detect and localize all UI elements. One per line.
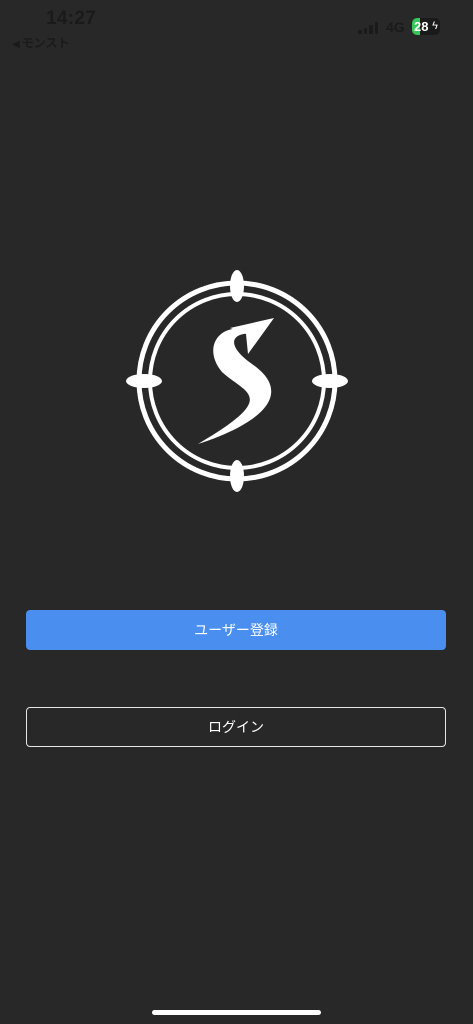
- cellular-signal-icon: [358, 21, 380, 34]
- back-arrow-icon: ◀: [12, 39, 20, 50]
- charging-bolt-icon: ϟ: [432, 20, 438, 32]
- back-app-label: モンスト: [21, 36, 70, 50]
- battery-icon: 28 ϟ: [412, 18, 440, 35]
- back-to-app-link[interactable]: ◀ モンスト: [12, 34, 69, 51]
- battery-level: 28: [414, 19, 429, 34]
- register-button[interactable]: ユーザー登録: [26, 610, 446, 650]
- status-bar: 14:27 ◀ モンスト 4G 28 ϟ: [0, 0, 473, 54]
- login-button[interactable]: ログイン: [26, 707, 446, 747]
- network-type: 4G: [386, 19, 405, 35]
- home-indicator[interactable]: [152, 1010, 321, 1015]
- clock-time: 14:27: [46, 8, 97, 29]
- compass-s-logo: [126, 270, 348, 492]
